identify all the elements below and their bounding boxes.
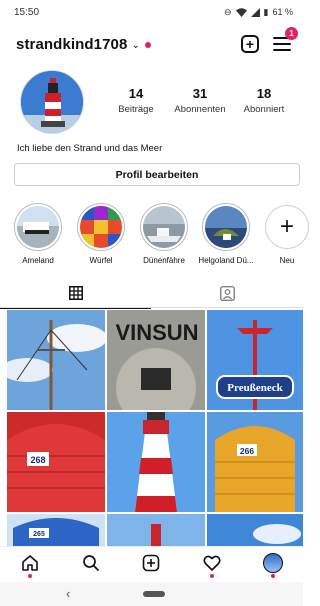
back-icon[interactable]: ‹ [66, 586, 70, 601]
highlight-image [143, 206, 185, 248]
tile-text: VINSUN [115, 320, 198, 345]
avatar[interactable] [20, 70, 84, 134]
chevron-down-icon[interactable]: ⌄ [131, 40, 139, 51]
menu-icon[interactable]: 1 [273, 27, 298, 52]
add-post-icon[interactable]: + [241, 35, 259, 53]
highlight-image [17, 206, 59, 248]
nav-dot [210, 573, 215, 578]
nav-create[interactable] [131, 547, 171, 579]
unread-dot [144, 42, 151, 48]
wifi-icon [235, 7, 247, 17]
profile-bio: Ich liebe den Strand und das Meer [17, 143, 163, 154]
nav-dot [270, 573, 275, 578]
do-not-disturb-icon: ⊖ [223, 6, 232, 17]
battery-percent: 61 % [272, 7, 293, 17]
nav-profile[interactable] [253, 547, 293, 579]
grid-post[interactable] [207, 514, 303, 546]
story-highlights: Ameland Würfel Dünenfähre Helgoland Dü..… [0, 203, 309, 265]
photo-grid: VINSUN Preußeneck 268 266 265 [7, 310, 303, 546]
notification-badge: 1 [285, 27, 298, 40]
bottom-navigation [0, 546, 303, 578]
stat-followers[interactable]: 31 Abonnenten [169, 86, 231, 115]
home-gesture-bar[interactable] [143, 591, 165, 597]
grid-post[interactable] [7, 310, 105, 410]
plus-icon: + [265, 205, 309, 249]
profile-stats: 14 Beiträge 31 Abonnenten 18 Abonniert [105, 86, 295, 115]
nav-activity[interactable] [192, 547, 232, 579]
highlight-image [205, 206, 247, 248]
tile-text: 268 [30, 455, 45, 465]
tagged-icon [220, 285, 235, 301]
tile-text: 266 [240, 446, 254, 456]
signal-icon [250, 7, 260, 17]
profile-summary: 14 Beiträge 31 Abonnenten 18 Abonniert [0, 68, 303, 140]
stat-following[interactable]: 18 Abonniert [233, 86, 295, 115]
grid-post[interactable]: 265 [7, 514, 105, 546]
status-time: 15:50 [14, 6, 40, 18]
heart-icon [203, 555, 221, 571]
grid-post[interactable] [107, 514, 205, 546]
create-icon [143, 554, 160, 571]
system-navigation: ‹ [0, 582, 303, 606]
highlight-ameland[interactable]: Ameland [13, 203, 63, 265]
profile-avatar [262, 552, 283, 573]
tab-tagged[interactable] [152, 278, 303, 308]
highlight-helgoland[interactable]: Helgoland Dü... [198, 203, 254, 265]
highlight-image [80, 206, 122, 248]
profile-header: strandkind1708 ⌄ + 1 [0, 27, 303, 60]
tab-grid[interactable] [0, 278, 151, 309]
nav-dot [28, 573, 33, 578]
status-icons: ⊖ ▮ 61 % [224, 7, 293, 17]
grid-icon [68, 286, 83, 300]
active-tab-indicator [0, 308, 151, 309]
username[interactable]: strandkind1708 [16, 36, 127, 53]
battery-icon: ▮ [263, 6, 269, 17]
status-bar: 15:50 ⊖ ▮ 61 % [0, 0, 303, 24]
tile-text: Preußeneck [227, 382, 283, 394]
grid-post[interactable]: VINSUN [107, 310, 205, 410]
search-icon [83, 554, 99, 571]
tile-text: 265 [33, 531, 45, 538]
grid-post[interactable]: Preußeneck [207, 310, 303, 410]
edit-profile-button[interactable]: Profil bearbeiten [14, 163, 300, 186]
grid-post[interactable]: 268 [7, 412, 105, 512]
highlight-wuerfel[interactable]: Würfel [76, 203, 126, 265]
stat-posts[interactable]: 14 Beiträge [105, 86, 167, 115]
grid-post[interactable]: 266 [207, 412, 303, 512]
grid-post[interactable] [107, 412, 205, 512]
nav-home[interactable] [10, 547, 50, 579]
new-highlight-button[interactable]: + Neu [262, 203, 312, 265]
nav-search[interactable] [71, 547, 111, 579]
profile-tabs [0, 278, 303, 309]
home-icon [22, 554, 39, 571]
highlight-duenenfaehre[interactable]: Dünenfähre [139, 203, 189, 265]
